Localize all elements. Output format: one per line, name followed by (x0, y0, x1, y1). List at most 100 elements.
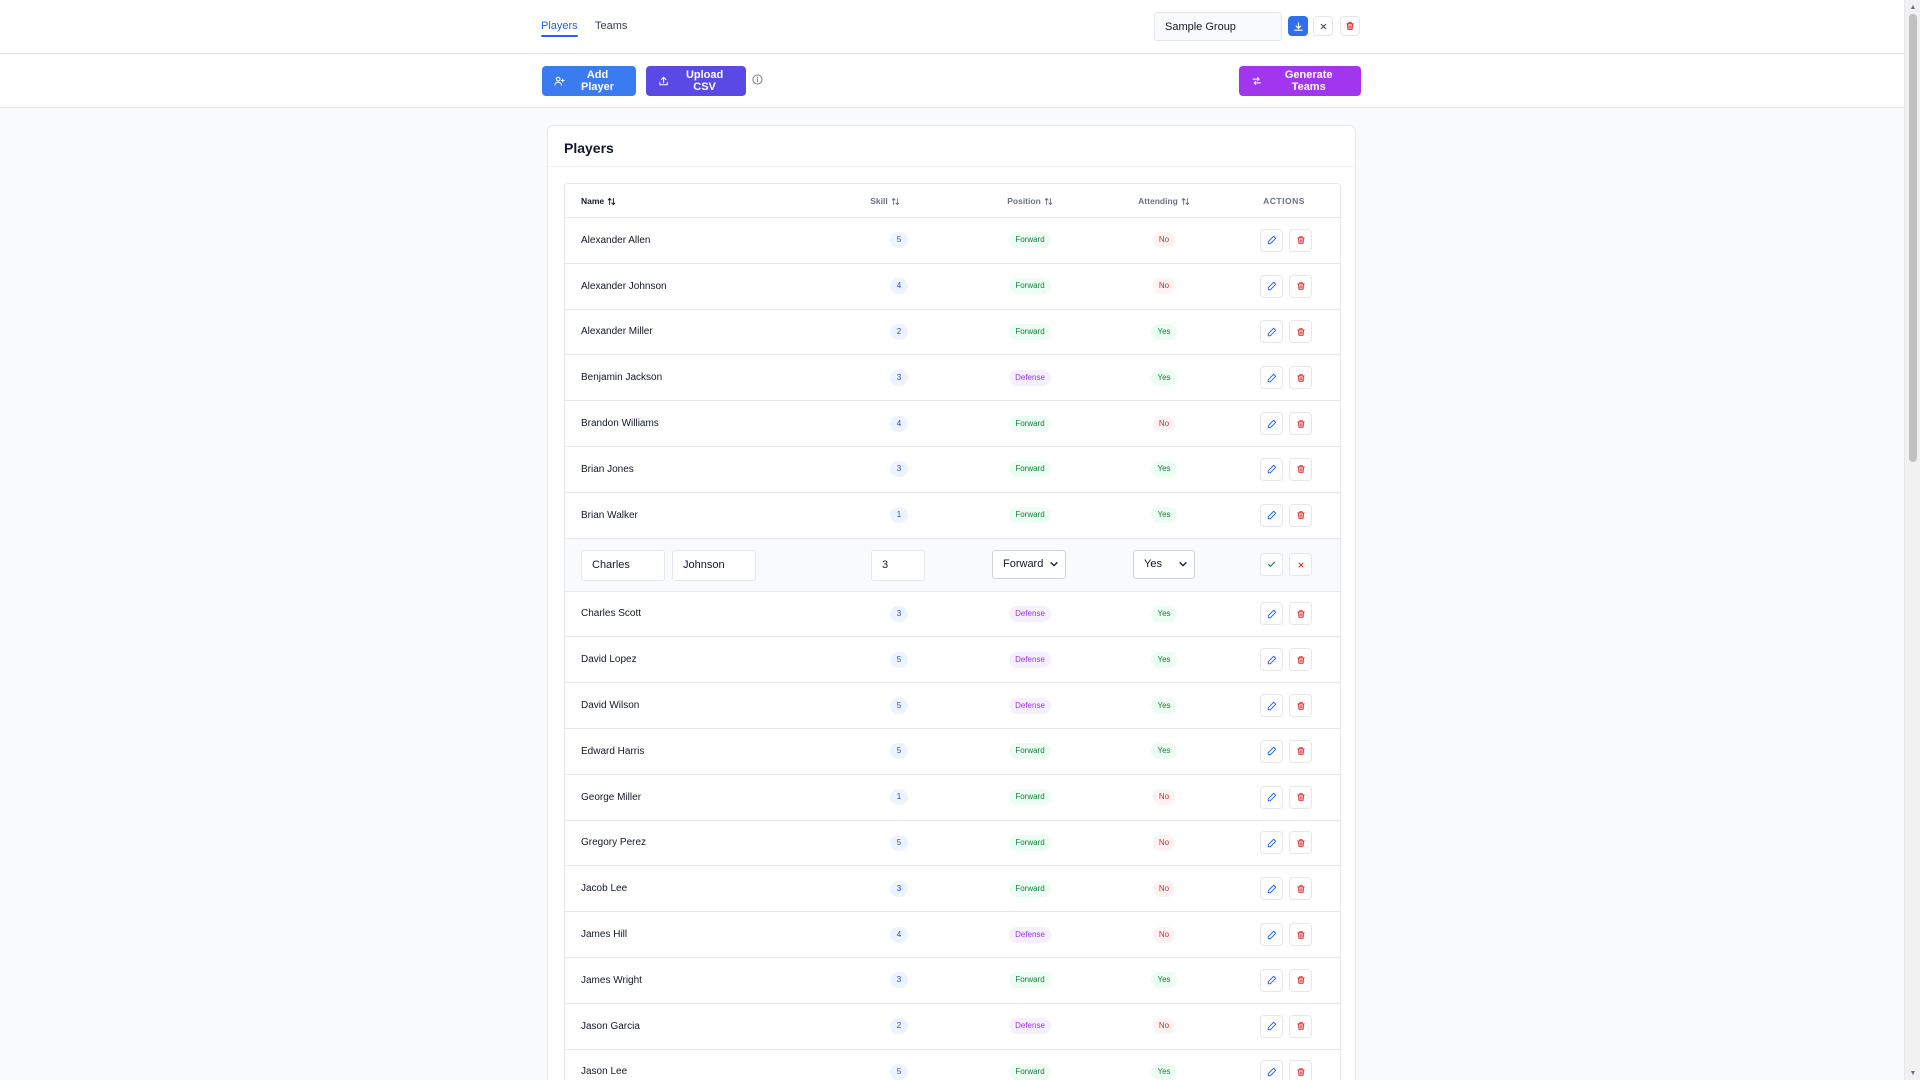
col-skill-label: Skill (870, 196, 888, 206)
scroll-up-icon[interactable]: ▲ (1909, 3, 1917, 11)
sort-by-name[interactable]: Name (581, 184, 616, 218)
delete-player-button[interactable] (1289, 602, 1312, 626)
edit-player-button[interactable] (1260, 1060, 1283, 1080)
delete-player-button[interactable] (1289, 923, 1312, 947)
edit-player-button[interactable] (1260, 366, 1283, 390)
last-name-input[interactable] (672, 549, 756, 581)
page-scrollbar[interactable]: ▲ ▼ (1904, 0, 1920, 1080)
first-name-input[interactable] (581, 549, 665, 581)
skill-badge: 4 (890, 415, 908, 432)
table-row: Alexander Johnson 4 Forward No (565, 263, 1340, 310)
add-player-button[interactable]: Add Player (542, 66, 636, 96)
position-badge: Forward (1009, 834, 1051, 851)
delete-player-button[interactable] (1289, 739, 1312, 763)
generate-teams-label: Generate Teams (1284, 69, 1333, 93)
cancel-edit-button[interactable] (1289, 553, 1312, 577)
pencil-icon (1267, 976, 1276, 985)
attending-badge: No (1152, 926, 1176, 943)
position-select[interactable]: Forward (992, 549, 1066, 579)
check-icon (1267, 561, 1276, 568)
edit-player-button[interactable] (1260, 831, 1283, 855)
skill-badge: 5 (890, 743, 908, 760)
edit-player-button[interactable] (1260, 648, 1283, 672)
skill-input[interactable] (871, 549, 925, 581)
position-badge: Forward (1009, 972, 1051, 989)
pencil-icon (1267, 609, 1276, 619)
edit-player-button[interactable] (1260, 274, 1283, 298)
pencil-icon (1267, 281, 1276, 291)
attending-badge: No (1152, 415, 1176, 432)
sort-icon (1181, 197, 1190, 205)
player-name: Alexander Johnson (581, 280, 667, 292)
attending-badge: Yes (1151, 972, 1177, 989)
player-name: George Miller (581, 791, 642, 803)
table-header: Name Skill Position Attending ACTIONS (565, 184, 1340, 218)
trash-icon (1296, 747, 1305, 756)
generate-teams-button[interactable]: Generate Teams (1239, 66, 1361, 96)
delete-player-button[interactable] (1289, 228, 1312, 252)
pencil-icon (1267, 884, 1276, 893)
skill-badge: 4 (890, 926, 908, 943)
attending-badge: Yes (1151, 369, 1177, 386)
edit-player-button[interactable] (1260, 785, 1283, 809)
card-title: Players (564, 140, 614, 156)
download-group-button[interactable] (1288, 16, 1308, 36)
info-icon[interactable] (752, 74, 763, 85)
scrollbar-thumb[interactable] (1909, 14, 1917, 462)
edit-player-button[interactable] (1260, 877, 1283, 901)
delete-player-button[interactable] (1289, 648, 1312, 672)
edit-player-button[interactable] (1260, 968, 1283, 992)
attending-select[interactable]: Yes (1133, 549, 1195, 579)
tab-players[interactable]: Players (541, 20, 578, 37)
delete-player-button[interactable] (1289, 457, 1312, 481)
delete-player-button[interactable] (1289, 320, 1312, 344)
delete-player-button[interactable] (1289, 831, 1312, 855)
edit-player-button[interactable] (1260, 1014, 1283, 1038)
tab-teams[interactable]: Teams (595, 20, 627, 32)
skill-badge: 5 (890, 651, 908, 668)
delete-player-button[interactable] (1289, 1060, 1312, 1080)
upload-icon (659, 76, 668, 86)
col-actions-label: ACTIONS (1263, 196, 1305, 206)
table-row: Jason Garcia 2 Defense No (565, 1003, 1340, 1050)
edit-player-button[interactable] (1260, 923, 1283, 947)
player-name: James Hill (581, 929, 628, 941)
players-card: Players Name Skill Position Attending AC… (547, 125, 1356, 1080)
delete-player-button[interactable] (1289, 366, 1312, 390)
delete-player-button[interactable] (1289, 785, 1312, 809)
delete-player-button[interactable] (1289, 412, 1312, 436)
delete-player-button[interactable] (1289, 694, 1312, 718)
skill-badge: 5 (890, 232, 908, 249)
upload-csv-button[interactable]: Upload CSV (646, 66, 746, 96)
delete-player-button[interactable] (1289, 877, 1312, 901)
edit-player-button[interactable] (1260, 602, 1283, 626)
close-icon (1298, 562, 1303, 568)
top-nav: Players Teams (0, 0, 1904, 54)
edit-player-button[interactable] (1260, 320, 1283, 344)
pencil-icon (1267, 465, 1276, 474)
edit-player-button[interactable] (1260, 457, 1283, 481)
shuffle-icon (1252, 77, 1262, 85)
table-row: James Hill 4 Defense No (565, 912, 1340, 958)
delete-group-button[interactable] (1340, 16, 1360, 36)
position-badge: Forward (1009, 743, 1051, 760)
close-group-button[interactable] (1313, 16, 1333, 36)
skill-badge: 5 (890, 697, 908, 714)
pencil-icon (1267, 930, 1276, 939)
scroll-down-icon[interactable]: ▼ (1909, 1069, 1917, 1077)
edit-player-button[interactable] (1260, 228, 1283, 252)
edit-player-button[interactable] (1260, 503, 1283, 527)
delete-player-button[interactable] (1289, 274, 1312, 298)
trash-icon (1296, 328, 1305, 336)
delete-player-button[interactable] (1289, 968, 1312, 992)
delete-player-button[interactable] (1289, 1014, 1312, 1038)
edit-player-button[interactable] (1260, 412, 1283, 436)
attending-badge: Yes (1151, 605, 1177, 622)
attending-badge: Yes (1151, 461, 1177, 478)
save-edit-button[interactable] (1260, 553, 1283, 577)
edit-player-button[interactable] (1260, 739, 1283, 763)
pencil-icon (1267, 373, 1276, 382)
group-name-input[interactable] (1154, 12, 1282, 41)
delete-player-button[interactable] (1289, 503, 1312, 527)
edit-player-button[interactable] (1260, 694, 1283, 718)
